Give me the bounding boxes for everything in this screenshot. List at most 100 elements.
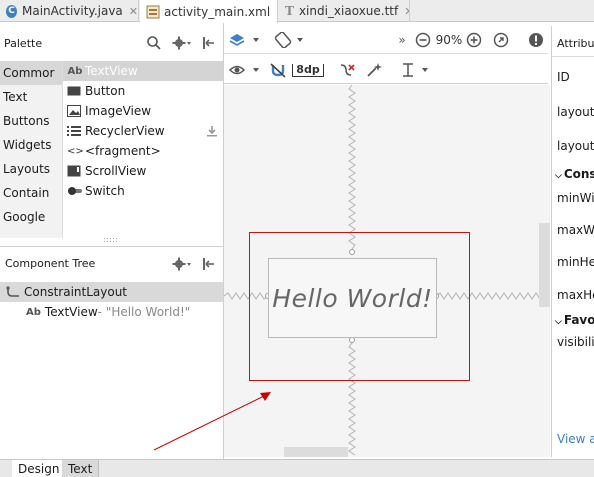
view-all-link[interactable]: View al: [557, 432, 594, 446]
pin-icon[interactable]: [201, 256, 215, 272]
code-brackets-icon: <>: [67, 145, 84, 157]
horizontal-scrollbar[interactable]: [284, 447, 348, 457]
palette-item-label: ImageView: [85, 104, 152, 118]
palette-items: Ab TextView Button ImageView RecyclerVie…: [62, 61, 223, 238]
palette-categories: Commor Text Buttons Widgets Layouts Cont…: [0, 61, 62, 238]
gear-icon[interactable]: [172, 256, 192, 272]
component-tree-title: Component Tree: [5, 257, 96, 270]
palette-item-label: Button: [85, 84, 126, 98]
tree-node-label: ConstraintLayout: [24, 285, 128, 299]
attr-visibility[interactable]: visibility: [557, 335, 594, 349]
download-icon[interactable]: [206, 125, 218, 137]
palette-item-button[interactable]: Button: [63, 81, 223, 101]
view-options-button[interactable]: [228, 61, 262, 79]
design-toolbar-bottom: 8dp: [224, 56, 548, 84]
align-button[interactable]: [400, 61, 432, 79]
editor-mode-tabs: Design Text: [0, 459, 594, 477]
attr-maxwidth[interactable]: maxWid: [557, 223, 594, 237]
attributes-panel: Attribut ID layout_ layout_ ⌵Cons minWid…: [551, 26, 594, 457]
default-margin-value: 8dp: [292, 63, 324, 77]
attr-section-favorites[interactable]: ⌵ Favo: [555, 313, 594, 327]
image-icon: [67, 105, 83, 117]
category-item[interactable]: Contain: [0, 181, 62, 205]
switch-icon: [67, 186, 83, 196]
palette-item-switch[interactable]: Switch: [63, 181, 223, 201]
vertical-scrollbar[interactable]: [539, 223, 550, 307]
layout-file-icon: [146, 5, 160, 19]
gear-icon[interactable]: [172, 35, 192, 51]
scrollview-icon: [67, 165, 83, 177]
autoconnect-icon[interactable]: [268, 61, 288, 79]
tab-activity-main[interactable]: activity_main.xml ✕: [140, 0, 278, 23]
palette-item-textview[interactable]: Ab TextView: [63, 61, 223, 81]
tree-node-label: TextView: [44, 305, 98, 319]
palette-header: Palette: [0, 26, 223, 60]
attr-minheight[interactable]: minHei: [557, 255, 594, 269]
attr-id[interactable]: ID: [557, 70, 570, 84]
category-item[interactable]: Text: [0, 85, 62, 109]
attr-section-constraints[interactable]: ⌵ Cons: [555, 167, 594, 181]
design-toolbar-top: » 90%: [224, 26, 548, 54]
category-item[interactable]: Widgets: [0, 133, 62, 157]
zoom-out-icon[interactable]: [414, 31, 432, 49]
palette-item-label: RecyclerView: [85, 124, 165, 138]
default-margin-button[interactable]: 8dp: [292, 61, 324, 79]
annotation-arrow: [153, 392, 271, 451]
palette-title: Palette: [4, 36, 43, 50]
tab-text[interactable]: Text: [62, 460, 100, 477]
palette-item-imageview[interactable]: ImageView: [63, 101, 223, 121]
chevron-right-icon[interactable]: »: [396, 31, 408, 49]
textview-icon: Ab: [26, 306, 41, 318]
tree-node-constraintlayout[interactable]: ConstraintLayout: [0, 282, 223, 302]
category-item[interactable]: Commor: [0, 61, 62, 85]
palette-item-fragment[interactable]: <> <fragment>: [63, 141, 223, 161]
canvas-textview[interactable]: Hello World!: [268, 258, 437, 338]
close-icon[interactable]: ✕: [129, 5, 138, 18]
attr-layout-width[interactable]: layout_: [557, 105, 594, 119]
palette-item-label: Switch: [85, 184, 125, 198]
font-file-icon: T: [285, 4, 294, 18]
category-item[interactable]: Layouts: [0, 157, 62, 181]
java-class-icon: C: [6, 4, 17, 18]
tree-node-textview[interactable]: Ab TextView - "Hello World!": [0, 302, 223, 322]
chevron-down-icon: ⌵: [555, 171, 562, 181]
close-icon[interactable]: ✕: [404, 5, 409, 18]
zoom-fit-icon[interactable]: [492, 31, 510, 49]
warning-icon[interactable]: [527, 31, 545, 49]
attr-maxheight[interactable]: maxHei: [557, 288, 594, 302]
attr-minwidth[interactable]: minWid: [557, 191, 594, 205]
palette-item-label: ScrollView: [85, 164, 147, 178]
list-icon: [67, 125, 83, 137]
magic-wand-icon[interactable]: [364, 61, 384, 79]
editor-tab-bar: C MainActivity.java ✕ activity_main.xml …: [0, 0, 594, 23]
tree-node-detail: - "Hello World!": [97, 305, 191, 319]
clear-constraints-icon[interactable]: [338, 61, 358, 79]
attributes-title: Attribut: [557, 37, 594, 50]
zoom-level: 90%: [435, 33, 463, 47]
textview-text: Hello World!: [272, 283, 433, 313]
orientation-button[interactable]: [274, 31, 308, 49]
section-label: Favo: [563, 313, 594, 327]
tab-font-file[interactable]: T xindi_xiaoxue.ttf ✕: [279, 0, 410, 22]
chevron-down-icon: ⌵: [555, 317, 562, 327]
tab-label: activity_main.xml: [164, 4, 271, 19]
close-icon[interactable]: ✕: [276, 5, 277, 18]
tab-label: xindi_xiaoxue.ttf: [298, 4, 399, 18]
textview-icon: Ab: [67, 65, 83, 77]
palette-item-recyclerview[interactable]: RecyclerView: [63, 121, 223, 141]
tab-design[interactable]: Design: [12, 460, 67, 477]
pin-icon[interactable]: [201, 35, 215, 51]
palette-item-scrollview[interactable]: ScrollView: [63, 161, 223, 181]
divider: [552, 56, 594, 57]
palette-item-label: TextView: [85, 64, 138, 78]
category-item[interactable]: Google: [0, 205, 62, 229]
tab-mainactivity[interactable]: C MainActivity.java ✕: [0, 0, 139, 22]
panel-splitter-handle[interactable]: [104, 238, 118, 242]
section-label: Cons: [563, 167, 594, 181]
category-item[interactable]: Buttons: [0, 109, 62, 133]
zoom-in-icon[interactable]: [465, 31, 483, 49]
button-icon: [67, 86, 83, 96]
search-icon[interactable]: [146, 35, 162, 51]
design-surface-button[interactable]: [228, 31, 262, 49]
attr-layout-height[interactable]: layout_: [557, 139, 594, 153]
